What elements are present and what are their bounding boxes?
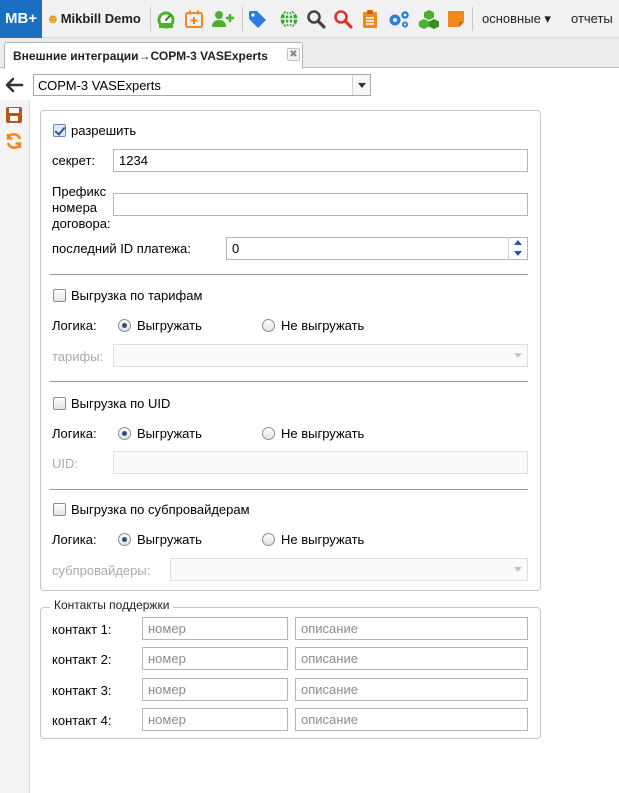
section-divider — [50, 274, 528, 275]
contact-4-description-input[interactable] — [295, 708, 528, 731]
tariffs-logic-export-label: Выгружать — [137, 318, 202, 333]
menu-main[interactable]: основные ▾ — [482, 0, 551, 38]
contact-1-number-input[interactable] — [142, 617, 288, 640]
last-payment-id-stepper[interactable] — [508, 237, 528, 260]
prefix-label-line-3: договора: — [52, 216, 111, 231]
chevron-down-icon — [509, 559, 527, 580]
tariffs-logic-label: Логика: — [52, 318, 97, 333]
subproviders-logic-no-export-radio[interactable] — [262, 533, 275, 546]
chevron-down-icon — [509, 345, 527, 366]
tariffs-logic-export-radio[interactable] — [118, 319, 131, 332]
last-payment-id-input[interactable] — [226, 237, 528, 260]
uid-logic-export-label: Выгружать — [137, 426, 202, 441]
subproviders-select[interactable] — [170, 558, 528, 581]
allow-checkbox[interactable] — [53, 124, 66, 137]
uid-logic-export-radio[interactable] — [118, 427, 131, 440]
back-arrow-icon[interactable] — [4, 76, 24, 94]
menu-reports[interactable]: отчеты — [571, 0, 613, 38]
sticky-note-icon[interactable] — [446, 9, 466, 29]
support-contacts-legend: Контакты поддержки — [50, 598, 174, 612]
allow-label: разрешить — [71, 123, 137, 138]
tariffs-select[interactable] — [113, 344, 528, 367]
tab-close-icon[interactable]: ✖ — [287, 48, 300, 61]
subproviders-logic-label: Логика: — [52, 532, 97, 547]
contact-4-label: контакт 4: — [52, 713, 112, 728]
tab-sorm3-vasexperts[interactable]: Внешние интеграции→СОРМ-3 VASExperts ✖ — [4, 42, 303, 69]
subproviders-logic-export-radio[interactable] — [118, 533, 131, 546]
uid-field-label: UID: — [52, 456, 78, 471]
uid-logic-label: Логика: — [52, 426, 97, 441]
gears-icon[interactable] — [387, 9, 411, 29]
prefix-label-line-1: Префикс — [52, 184, 107, 199]
top-toolbar: MB+ ☻Mikbill Demo основные ▾ отчеты — [0, 0, 619, 38]
integration-selector-value: СОРМ-3 VASExperts — [38, 78, 161, 93]
subproviders-export-checkbox[interactable] — [53, 503, 66, 516]
contact-2-number-input[interactable] — [142, 647, 288, 670]
uid-logic-no-export-radio[interactable] — [262, 427, 275, 440]
subproviders-field-label: субпровайдеры: — [52, 563, 151, 578]
toolbar-separator — [242, 7, 243, 31]
tariffs-field-label: тарифы: — [52, 349, 104, 364]
clipboard-icon[interactable] — [360, 9, 380, 29]
add-user-icon[interactable] — [211, 9, 235, 29]
contract-prefix-input[interactable] — [113, 193, 528, 216]
section-divider — [50, 381, 528, 382]
integration-selector[interactable]: СОРМ-3 VASExperts — [33, 74, 371, 96]
contact-4-number-input[interactable] — [142, 708, 288, 731]
tariffs-logic-no-export-label: Не выгружать — [281, 318, 365, 333]
cubes-icon[interactable] — [418, 9, 440, 29]
contact-3-number-input[interactable] — [142, 678, 288, 701]
tab-strip: Внешние интеграции→СОРМ-3 VASExperts ✖ — [0, 38, 619, 69]
last-payment-id-label: последний ID платежа: — [52, 241, 191, 256]
uid-logic-no-export-label: Не выгружать — [281, 426, 365, 441]
calendar-plus-icon[interactable] — [184, 9, 204, 29]
refresh-icon[interactable] — [5, 132, 23, 150]
contact-3-label: контакт 3: — [52, 683, 112, 698]
contact-3-description-input[interactable] — [295, 678, 528, 701]
stepper-down-icon[interactable] — [509, 248, 528, 259]
contact-1-label: контакт 1: — [52, 622, 112, 637]
contact-2-description-input[interactable] — [295, 647, 528, 670]
toolbar-separator — [150, 7, 151, 31]
brand-label: Mikbill Demo — [60, 11, 141, 26]
stepper-up-icon[interactable] — [509, 237, 528, 248]
uid-export-label: Выгрузка по UID — [71, 396, 171, 411]
contact-1-description-input[interactable] — [295, 617, 528, 640]
search-icon[interactable] — [306, 9, 326, 29]
mb-logo[interactable]: MB+ — [0, 0, 42, 38]
brand-link[interactable]: ☻Mikbill Demo — [46, 0, 141, 38]
prefix-label-line-2: номера — [52, 200, 98, 215]
search-red-icon[interactable] — [333, 9, 353, 29]
dashboard-icon[interactable] — [156, 9, 176, 29]
secret-input[interactable] — [113, 149, 528, 172]
cat-icon: ☻ — [46, 11, 60, 26]
tab-label: Внешние интеграции→СОРМ-3 VASExperts — [13, 49, 268, 63]
tariffs-export-label: Выгрузка по тарифам — [71, 288, 203, 303]
uid-input[interactable] — [113, 451, 528, 474]
subproviders-export-label: Выгрузка по субпровайдерам — [71, 502, 250, 517]
subproviders-logic-export-label: Выгружать — [137, 532, 202, 547]
globe-icon[interactable] — [279, 9, 299, 29]
secret-label: секрет: — [52, 153, 96, 168]
tariffs-logic-no-export-radio[interactable] — [262, 319, 275, 332]
section-divider — [50, 489, 528, 490]
tag-icon[interactable] — [248, 9, 271, 29]
chevron-down-icon[interactable] — [352, 75, 370, 95]
save-icon[interactable] — [5, 106, 23, 124]
toolbar-separator — [472, 7, 473, 31]
uid-export-checkbox[interactable] — [53, 397, 66, 410]
tariffs-export-checkbox[interactable] — [53, 289, 66, 302]
contact-2-label: контакт 2: — [52, 652, 112, 667]
left-action-rail — [0, 100, 30, 793]
subproviders-logic-no-export-label: Не выгружать — [281, 532, 365, 547]
